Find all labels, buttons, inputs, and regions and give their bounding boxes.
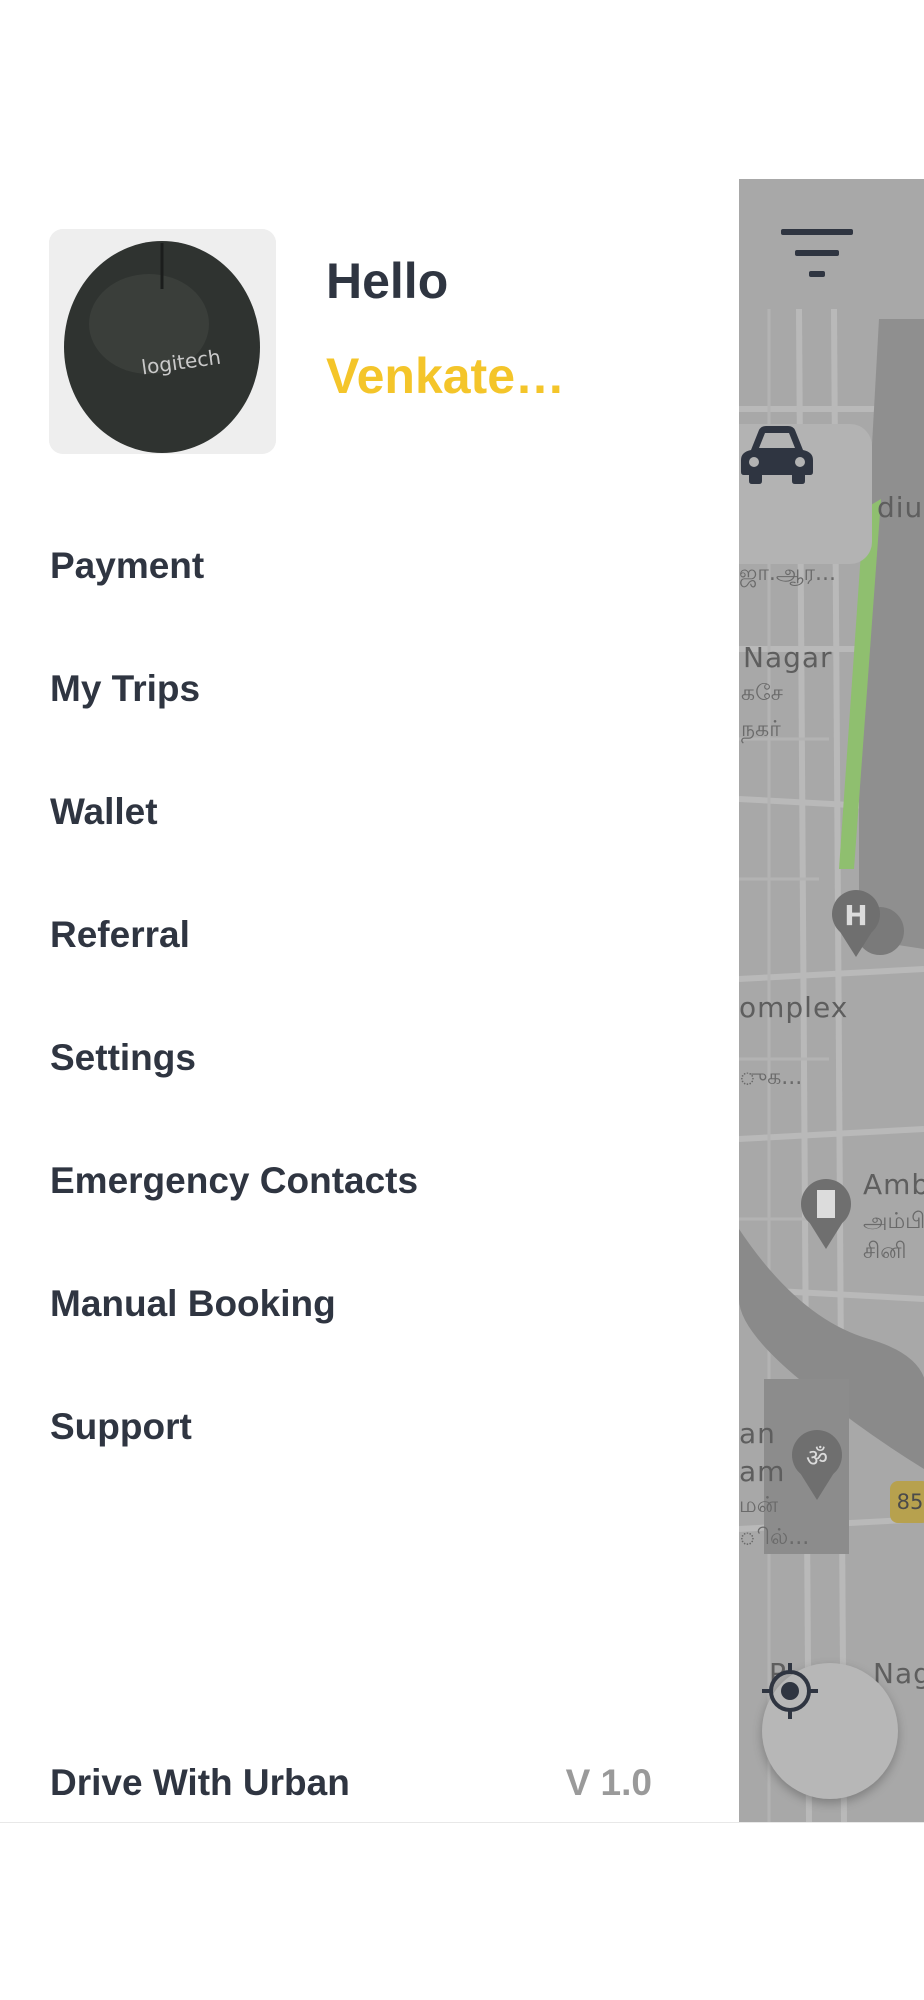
- user-name: Venkate…: [326, 348, 566, 404]
- map-label-amb: Amb: [863, 1168, 924, 1201]
- version-label: V 1.0: [565, 1762, 652, 1803]
- map-label-tamil8: ில்...: [739, 1525, 810, 1550]
- map-label-nagar: Nagar: [743, 641, 833, 674]
- menu-item-emergency-contacts[interactable]: Emergency Contacts: [50, 1160, 418, 1202]
- vehicle-type-button[interactable]: [739, 424, 872, 564]
- map-label-tamil6: சினி: [863, 1239, 907, 1264]
- map-label-tamil1: ஜா.ஆர...: [739, 561, 837, 586]
- map-label-tamil4: ுக...: [739, 1065, 803, 1090]
- menu-item-my-trips[interactable]: My Trips: [50, 668, 200, 710]
- avatar[interactable]: logitech: [49, 229, 276, 454]
- filter-icon[interactable]: [779, 227, 857, 281]
- map-label-tamil7: மன்: [739, 1493, 779, 1518]
- map-label-stadium: diur: [877, 491, 924, 524]
- navigation-drawer: logitech Hello Venkate… Payment My Trips…: [0, 0, 739, 1822]
- menu-item-payment[interactable]: Payment: [50, 545, 204, 587]
- svg-text:H: H: [844, 899, 867, 932]
- map-view[interactable]: H ॐ diur ஜா.ஆர... Nagar கசே நகர் omplex …: [739, 179, 924, 1822]
- map-label-an: an: [739, 1417, 776, 1450]
- road-number-badge: 85: [890, 1481, 924, 1523]
- drive-with-urban-link[interactable]: Drive With Urban: [50, 1762, 350, 1804]
- map-label-am: am: [739, 1455, 786, 1488]
- menu-item-settings[interactable]: Settings: [50, 1037, 196, 1079]
- map-label-tamil2: கசே: [741, 681, 783, 706]
- bottom-divider: [0, 1822, 924, 1823]
- map-label-complex: omplex: [739, 991, 849, 1024]
- map-label-tamil5: அம்பி: [863, 1209, 924, 1234]
- my-location-button[interactable]: [762, 1663, 898, 1799]
- menu-item-support[interactable]: Support: [50, 1406, 192, 1448]
- map-label-tamil3: நகர்: [741, 717, 781, 742]
- menu-item-referral[interactable]: Referral: [50, 914, 190, 956]
- menu-item-manual-booking[interactable]: Manual Booking: [50, 1283, 336, 1325]
- svg-text:ॐ: ॐ: [806, 1444, 828, 1472]
- menu-item-wallet[interactable]: Wallet: [50, 791, 158, 833]
- greeting-text: Hello: [326, 253, 449, 309]
